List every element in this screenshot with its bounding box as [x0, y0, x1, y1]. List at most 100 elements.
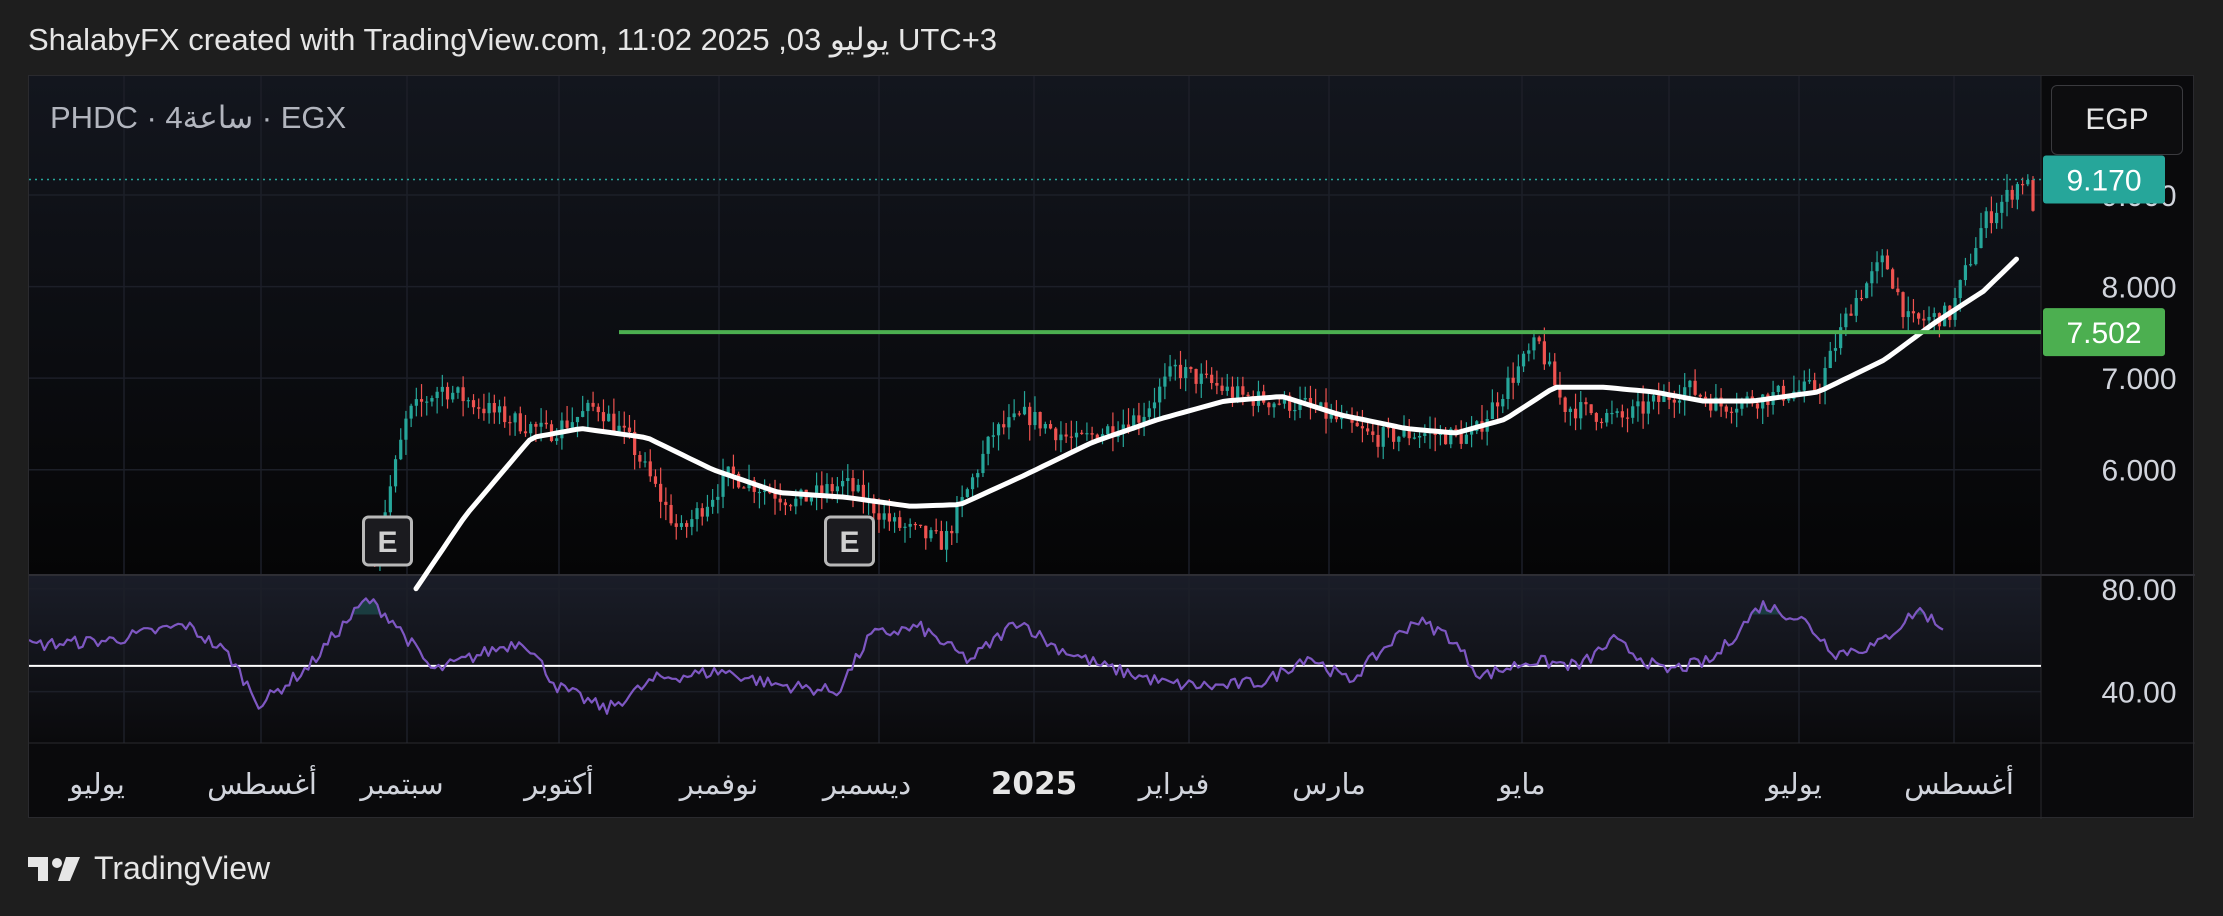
candle-body [1074, 432, 1079, 438]
candle-body [1646, 401, 1650, 414]
candle-body [1922, 318, 1926, 321]
candle-body [981, 453, 985, 474]
candle-body [1849, 313, 1853, 316]
chart-canvas[interactable]: EE 9.0008.0007.0006.000 80.0040.00 9.170… [29, 76, 2195, 819]
candle-body [1220, 385, 1224, 391]
candle-body [1844, 313, 1848, 328]
candle-body [1048, 424, 1053, 429]
candle-body [1236, 386, 1240, 398]
candle-body [1225, 386, 1229, 391]
candle-body [783, 502, 788, 506]
candle-body [648, 461, 652, 477]
candle-body [1178, 364, 1183, 379]
chart-container[interactable]: EE 9.0008.0007.0006.000 80.0040.00 9.170… [28, 75, 2195, 819]
candle-body [638, 455, 642, 462]
candle-body [544, 422, 548, 425]
candle-body [1012, 413, 1016, 418]
candle-body [1277, 403, 1281, 405]
candle-body [1911, 311, 1916, 314]
candle-body [664, 501, 668, 505]
candle-body [1002, 424, 1006, 428]
candle-body [419, 399, 424, 402]
candle-body [1054, 428, 1058, 441]
candle-body [477, 407, 481, 409]
candle-body [695, 508, 699, 520]
time-axis-label: ديسمبر [821, 767, 911, 801]
candle-body [393, 459, 398, 487]
time-axis-label: يوليو [67, 767, 125, 801]
candle-body [388, 486, 392, 513]
candle-body [1735, 408, 1739, 413]
candle-body [1963, 265, 1968, 281]
candle-body [523, 431, 528, 434]
candle-body [690, 519, 694, 527]
candle-body [1521, 353, 1526, 367]
candle-body [1641, 401, 1645, 414]
candle-body [1547, 361, 1552, 365]
candle-body [399, 439, 403, 460]
price-tick-label: 7.000 [2101, 363, 2176, 396]
currency-button[interactable]: EGP [2051, 85, 2183, 155]
candle-body [612, 413, 616, 432]
rsi-axis[interactable]: 80.00 40.00 [2101, 574, 2176, 710]
earnings-marker-label: E [377, 526, 397, 559]
candle-body [1755, 403, 1760, 409]
candle-body [1085, 433, 1089, 435]
candle-body [1511, 377, 1515, 383]
candle-body [711, 499, 715, 507]
candle-body [1958, 280, 1962, 298]
candle-body [669, 504, 673, 524]
candle-body [1230, 386, 1235, 398]
candle-body [1875, 262, 1879, 272]
candle-body [1464, 434, 1468, 444]
candle-body [1610, 412, 1614, 415]
candle-body [1168, 366, 1172, 377]
candle-body [1589, 404, 1593, 414]
candle-body [1729, 411, 1734, 413]
level-price-badge-label: 7.502 [2066, 317, 2141, 350]
candle-body [1969, 264, 1973, 266]
candle-body [513, 413, 517, 423]
tradingview-logo[interactable]: TradingView [28, 850, 270, 887]
time-axis[interactable]: يوليو أغسطس سبتمبر أكتوبر نوفمبر ديسمبر 2025 فب… [67, 764, 2014, 802]
candle-body [643, 461, 647, 463]
candle-body [950, 530, 954, 534]
candle-body [1854, 298, 1858, 316]
candle-body [674, 523, 678, 527]
candle-body [1355, 422, 1359, 427]
candle-body [809, 497, 814, 502]
candle-body [617, 425, 621, 432]
candle-body [1495, 402, 1500, 407]
candle-body [2010, 189, 2014, 200]
candle-body [918, 524, 923, 526]
candle-body [789, 505, 793, 507]
candle-body [1303, 397, 1307, 400]
price-badges: 9.170 7.502 [2043, 155, 2165, 357]
candle-body [1418, 435, 1422, 438]
candle-body [731, 466, 736, 474]
time-axis-label: نوفمبر [678, 767, 758, 801]
candle-body [1807, 380, 1812, 382]
candle-body [1563, 397, 1567, 412]
candle-body [898, 517, 902, 528]
price-pane-background [29, 76, 2041, 575]
candle-body [742, 487, 746, 489]
candle-body [1090, 433, 1094, 435]
candle-body [1688, 380, 1692, 388]
candle-body [1672, 399, 1676, 403]
candle-body [924, 525, 928, 539]
candle-body [820, 485, 824, 494]
candle-body [1028, 406, 1032, 426]
candle-body [965, 489, 969, 498]
candle-body [601, 412, 606, 422]
price-tick-label: 8.000 [2101, 272, 2176, 305]
time-axis-label: أكتوبر [522, 764, 594, 801]
candle-body [1184, 367, 1188, 379]
time-axis-label: أغسطس [207, 764, 317, 801]
tradingview-brand-text: TradingView [94, 850, 271, 886]
candle-body [1516, 366, 1520, 383]
candle-body [1906, 311, 1910, 318]
candle-body [1189, 367, 1193, 369]
candle-body [1594, 413, 1598, 422]
candle-body [825, 484, 829, 494]
